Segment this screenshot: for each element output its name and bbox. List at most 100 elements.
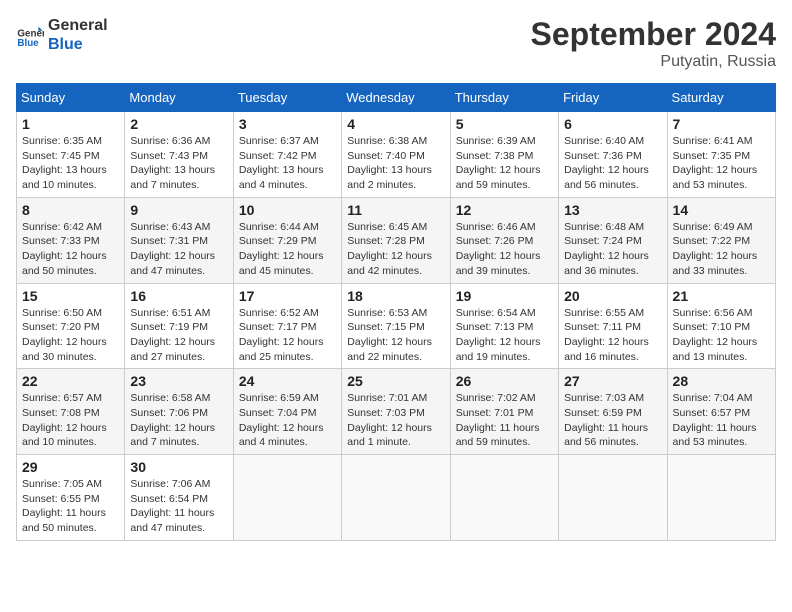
calendar-cell: 22 Sunrise: 6:57 AM Sunset: 7:08 PM Dayli… [17, 369, 125, 455]
calendar-cell: 18 Sunrise: 6:53 AM Sunset: 7:15 PM Dayli… [342, 283, 450, 369]
day-number: 6 [564, 116, 661, 132]
weekday-header-monday: Monday [125, 84, 233, 112]
calendar-cell: 15 Sunrise: 6:50 AM Sunset: 7:20 PM Dayli… [17, 283, 125, 369]
day-number: 13 [564, 202, 661, 218]
calendar-cell: 28 Sunrise: 7:04 AM Sunset: 6:57 PM Dayli… [667, 369, 775, 455]
day-info: Sunrise: 6:46 AM Sunset: 7:26 PM Dayligh… [456, 220, 553, 279]
weekday-header-wednesday: Wednesday [342, 84, 450, 112]
day-number: 12 [456, 202, 553, 218]
day-number: 21 [673, 288, 770, 304]
calendar-cell: 11 Sunrise: 6:45 AM Sunset: 7:28 PM Dayli… [342, 197, 450, 283]
day-number: 29 [22, 459, 119, 475]
calendar-table: SundayMondayTuesdayWednesdayThursdayFrid… [16, 83, 776, 541]
day-number: 14 [673, 202, 770, 218]
calendar-week-2: 8Sunrise: 6:42 AM Sunset: 7:33 PM Daylig… [17, 197, 776, 283]
calendar-cell: 2Sunrise: 6:36 AM Sunset: 7:43 PM Daylig… [125, 112, 233, 198]
day-number: 23 [130, 373, 227, 389]
calendar-cell: 21 Sunrise: 6:56 AM Sunset: 7:10 PM Dayli… [667, 283, 775, 369]
calendar-cell: 24 Sunrise: 6:59 AM Sunset: 7:04 PM Dayli… [233, 369, 341, 455]
day-number: 28 [673, 373, 770, 389]
title-block: September 2024 Putyatin, Russia [531, 16, 776, 71]
day-info: Sunrise: 6:35 AM Sunset: 7:45 PM Dayligh… [22, 134, 119, 193]
calendar-cell: 10Sunrise: 6:44 AM Sunset: 7:29 PM Dayli… [233, 197, 341, 283]
calendar-week-1: 1 Sunrise: 6:35 AM Sunset: 7:45 PM Daylig… [17, 112, 776, 198]
day-number: 26 [456, 373, 553, 389]
calendar-cell [342, 455, 450, 541]
day-number: 22 [22, 373, 119, 389]
weekday-header-tuesday: Tuesday [233, 84, 341, 112]
calendar-cell: 26 Sunrise: 7:02 AM Sunset: 7:01 PM Dayli… [450, 369, 558, 455]
calendar-cell: 23 Sunrise: 6:58 AM Sunset: 7:06 PM Dayli… [125, 369, 233, 455]
calendar-cell: 5 Sunrise: 6:39 AM Sunset: 7:38 PM Daylig… [450, 112, 558, 198]
weekday-header-thursday: Thursday [450, 84, 558, 112]
month-title: September 2024 [531, 16, 776, 53]
day-info: Sunrise: 6:55 AM Sunset: 7:11 PM Dayligh… [564, 306, 661, 365]
day-info: Sunrise: 6:40 AM Sunset: 7:36 PM Dayligh… [564, 134, 661, 193]
calendar-cell: 6 Sunrise: 6:40 AM Sunset: 7:36 PM Daylig… [559, 112, 667, 198]
day-info: Sunrise: 6:59 AM Sunset: 7:04 PM Dayligh… [239, 391, 336, 450]
day-info: Sunrise: 6:57 AM Sunset: 7:08 PM Dayligh… [22, 391, 119, 450]
day-info: Sunrise: 6:58 AM Sunset: 7:06 PM Dayligh… [130, 391, 227, 450]
calendar-cell [450, 455, 558, 541]
day-number: 16 [130, 288, 227, 304]
day-number: 5 [456, 116, 553, 132]
calendar-cell: 14Sunrise: 6:49 AM Sunset: 7:22 PM Dayli… [667, 197, 775, 283]
calendar-cell: 4 Sunrise: 6:38 AM Sunset: 7:40 PM Daylig… [342, 112, 450, 198]
day-info: Sunrise: 6:38 AM Sunset: 7:40 PM Dayligh… [347, 134, 444, 193]
calendar-cell: 29 Sunrise: 7:05 AM Sunset: 6:55 PM Dayli… [17, 455, 125, 541]
logo-general: General [48, 16, 108, 35]
day-info: Sunrise: 7:05 AM Sunset: 6:55 PM Dayligh… [22, 477, 119, 536]
day-info: Sunrise: 7:02 AM Sunset: 7:01 PM Dayligh… [456, 391, 553, 450]
day-info: Sunrise: 7:01 AM Sunset: 7:03 PM Dayligh… [347, 391, 444, 450]
day-number: 10 [239, 202, 336, 218]
day-number: 11 [347, 202, 444, 218]
logo-blue: Blue [48, 35, 108, 54]
day-number: 27 [564, 373, 661, 389]
day-number: 1 [22, 116, 119, 132]
day-info: Sunrise: 6:52 AM Sunset: 7:17 PM Dayligh… [239, 306, 336, 365]
day-number: 30 [130, 459, 227, 475]
calendar-cell [559, 455, 667, 541]
calendar-cell: 7 Sunrise: 6:41 AM Sunset: 7:35 PM Daylig… [667, 112, 775, 198]
calendar-cell: 1 Sunrise: 6:35 AM Sunset: 7:45 PM Daylig… [17, 112, 125, 198]
calendar-cell: 13Sunrise: 6:48 AM Sunset: 7:24 PM Dayli… [559, 197, 667, 283]
day-info: Sunrise: 7:04 AM Sunset: 6:57 PM Dayligh… [673, 391, 770, 450]
day-info: Sunrise: 6:56 AM Sunset: 7:10 PM Dayligh… [673, 306, 770, 365]
day-info: Sunrise: 6:42 AM Sunset: 7:33 PM Dayligh… [22, 220, 119, 279]
calendar-cell: 19Sunrise: 6:54 AM Sunset: 7:13 PM Dayli… [450, 283, 558, 369]
day-number: 4 [347, 116, 444, 132]
day-info: Sunrise: 6:37 AM Sunset: 7:42 PM Dayligh… [239, 134, 336, 193]
weekday-header-saturday: Saturday [667, 84, 775, 112]
day-info: Sunrise: 6:41 AM Sunset: 7:35 PM Dayligh… [673, 134, 770, 193]
day-info: Sunrise: 7:03 AM Sunset: 6:59 PM Dayligh… [564, 391, 661, 450]
logo-icon: General Blue [16, 21, 44, 49]
calendar-cell: 17 Sunrise: 6:52 AM Sunset: 7:17 PM Dayli… [233, 283, 341, 369]
svg-text:Blue: Blue [17, 38, 39, 49]
day-number: 17 [239, 288, 336, 304]
calendar-cell: 30 Sunrise: 7:06 AM Sunset: 6:54 PM Dayli… [125, 455, 233, 541]
day-number: 9 [130, 202, 227, 218]
day-info: Sunrise: 6:51 AM Sunset: 7:19 PM Dayligh… [130, 306, 227, 365]
day-number: 15 [22, 288, 119, 304]
day-info: Sunrise: 6:50 AM Sunset: 7:20 PM Dayligh… [22, 306, 119, 365]
weekday-header-row: SundayMondayTuesdayWednesdayThursdayFrid… [17, 84, 776, 112]
day-number: 2 [130, 116, 227, 132]
calendar-cell: 27 Sunrise: 7:03 AM Sunset: 6:59 PM Dayli… [559, 369, 667, 455]
calendar-cell: 3 Sunrise: 6:37 AM Sunset: 7:42 PM Daylig… [233, 112, 341, 198]
calendar-cell: 12 Sunrise: 6:46 AM Sunset: 7:26 PM Dayli… [450, 197, 558, 283]
day-info: Sunrise: 6:53 AM Sunset: 7:15 PM Dayligh… [347, 306, 444, 365]
day-number: 3 [239, 116, 336, 132]
day-number: 20 [564, 288, 661, 304]
calendar-cell: 16 Sunrise: 6:51 AM Sunset: 7:19 PM Dayli… [125, 283, 233, 369]
day-number: 18 [347, 288, 444, 304]
day-number: 24 [239, 373, 336, 389]
day-info: Sunrise: 6:43 AM Sunset: 7:31 PM Dayligh… [130, 220, 227, 279]
day-info: Sunrise: 6:39 AM Sunset: 7:38 PM Dayligh… [456, 134, 553, 193]
calendar-cell [233, 455, 341, 541]
day-info: Sunrise: 6:45 AM Sunset: 7:28 PM Dayligh… [347, 220, 444, 279]
day-number: 7 [673, 116, 770, 132]
calendar-cell: 20 Sunrise: 6:55 AM Sunset: 7:11 PM Dayli… [559, 283, 667, 369]
location: Putyatin, Russia [531, 53, 776, 71]
day-number: 25 [347, 373, 444, 389]
day-info: Sunrise: 7:06 AM Sunset: 6:54 PM Dayligh… [130, 477, 227, 536]
